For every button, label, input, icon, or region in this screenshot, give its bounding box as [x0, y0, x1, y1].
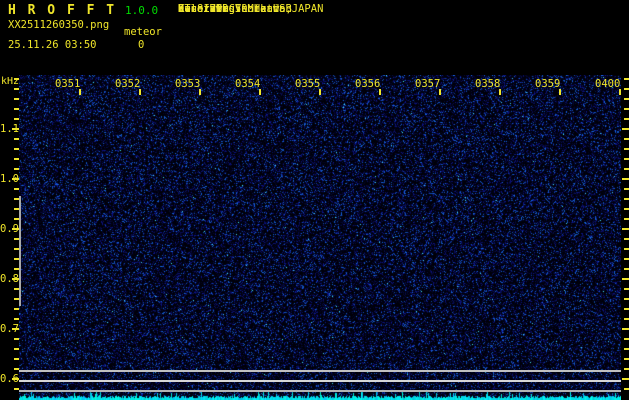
time-minute-tick [139, 89, 141, 95]
freq-minor-tick [14, 318, 19, 320]
freq-minor-tick [14, 358, 19, 360]
time-tick-label: 0400 [595, 79, 620, 90]
freq-major-tick [12, 128, 19, 130]
time-tick-label: 0352 [115, 79, 140, 90]
freq-minor-tick [14, 138, 19, 140]
reference-line [19, 390, 621, 392]
time-tick-label: 0353 [175, 79, 200, 90]
freq-minor-tick [624, 308, 629, 310]
freq-minor-tick [624, 208, 629, 210]
freq-major-tick [12, 378, 19, 380]
freq-minor-tick [14, 188, 19, 190]
freq-minor-tick [14, 118, 19, 120]
app-version: 1.0.0 [125, 4, 158, 17]
freq-minor-tick [624, 218, 629, 220]
time-tick-label: 0358 [475, 79, 500, 90]
freq-minor-tick [624, 158, 629, 160]
time-tick-label: 0359 [535, 79, 560, 90]
freq-minor-tick [624, 78, 629, 80]
app-title: H R O F F T [8, 3, 116, 18]
freq-minor-tick [14, 108, 19, 110]
time-tick-label: 0355 [295, 79, 320, 90]
freq-minor-tick [14, 158, 19, 160]
freq-minor-tick [14, 88, 19, 90]
freq-tick-label: 0.9 [0, 223, 12, 235]
time-tick-label: 0354 [235, 79, 260, 90]
datetime-label: 25.11.26 03:50 [8, 39, 97, 51]
freq-minor-tick [624, 188, 629, 190]
freq-major-tick [12, 328, 19, 330]
info-value: 2ele HB9CV [178, 4, 241, 16]
time-minute-tick [319, 89, 321, 95]
freq-tick-label: 1.0 [0, 173, 12, 185]
time-minute-tick [199, 89, 201, 95]
freq-minor-tick [624, 298, 629, 300]
reference-line [19, 370, 621, 372]
freq-minor-tick [14, 78, 19, 80]
time-minute-tick [439, 89, 441, 95]
freq-minor-tick [14, 308, 19, 310]
freq-minor-tick [624, 258, 629, 260]
freq-major-tick [622, 328, 629, 330]
freq-minor-tick [14, 168, 19, 170]
freq-minor-tick [624, 198, 629, 200]
freq-major-tick [622, 378, 629, 380]
freq-minor-tick [14, 148, 19, 150]
freq-major-tick [622, 178, 629, 180]
freq-minor-tick [624, 168, 629, 170]
freq-minor-tick [624, 238, 629, 240]
freq-minor-tick [624, 368, 629, 370]
meteor-count: 0 [138, 39, 144, 51]
freq-minor-tick [624, 98, 629, 100]
freq-major-tick [622, 278, 629, 280]
freq-tick-label: 0.6 [0, 373, 12, 385]
freq-major-tick [12, 178, 19, 180]
freq-major-tick [622, 228, 629, 230]
freq-minor-tick [624, 138, 629, 140]
freq-minor-tick [624, 108, 629, 110]
time-tick-label: 0351 [55, 79, 80, 90]
freq-major-tick [622, 128, 629, 130]
time-minute-tick [79, 89, 81, 95]
time-minute-tick [559, 89, 561, 95]
freq-tick-label: 0.8 [0, 273, 12, 285]
freq-minor-tick [624, 118, 629, 120]
time-minute-tick [379, 89, 381, 95]
freq-minor-tick [14, 348, 19, 350]
detection-band-marker [19, 196, 21, 306]
freq-minor-tick [624, 358, 629, 360]
freq-minor-tick [624, 318, 629, 320]
reference-line [19, 380, 621, 382]
freq-minor-tick [624, 288, 629, 290]
mode-label: meteor [124, 26, 162, 38]
freq-minor-tick [14, 98, 19, 100]
freq-minor-tick [624, 338, 629, 340]
time-minute-tick [259, 89, 261, 95]
freq-minor-tick [624, 248, 629, 250]
freq-minor-tick [624, 148, 629, 150]
time-tick-label: 0356 [355, 79, 380, 90]
time-tick-label: 0357 [415, 79, 440, 90]
hrofft-screen: H R O F F T 1.0.0 XX2511260350.png meteo… [0, 0, 629, 400]
freq-minor-tick [624, 348, 629, 350]
freq-minor-tick [14, 338, 19, 340]
freq-tick-label: 0.7 [0, 323, 12, 335]
output-filename: XX2511260350.png [8, 19, 109, 31]
spectrogram-canvas [19, 75, 621, 400]
freq-minor-tick [624, 388, 629, 390]
freq-minor-tick [624, 88, 629, 90]
time-minute-tick [619, 89, 621, 95]
freq-minor-tick [624, 268, 629, 270]
freq-tick-label: 1.1 [0, 123, 12, 135]
time-minute-tick [499, 89, 501, 95]
